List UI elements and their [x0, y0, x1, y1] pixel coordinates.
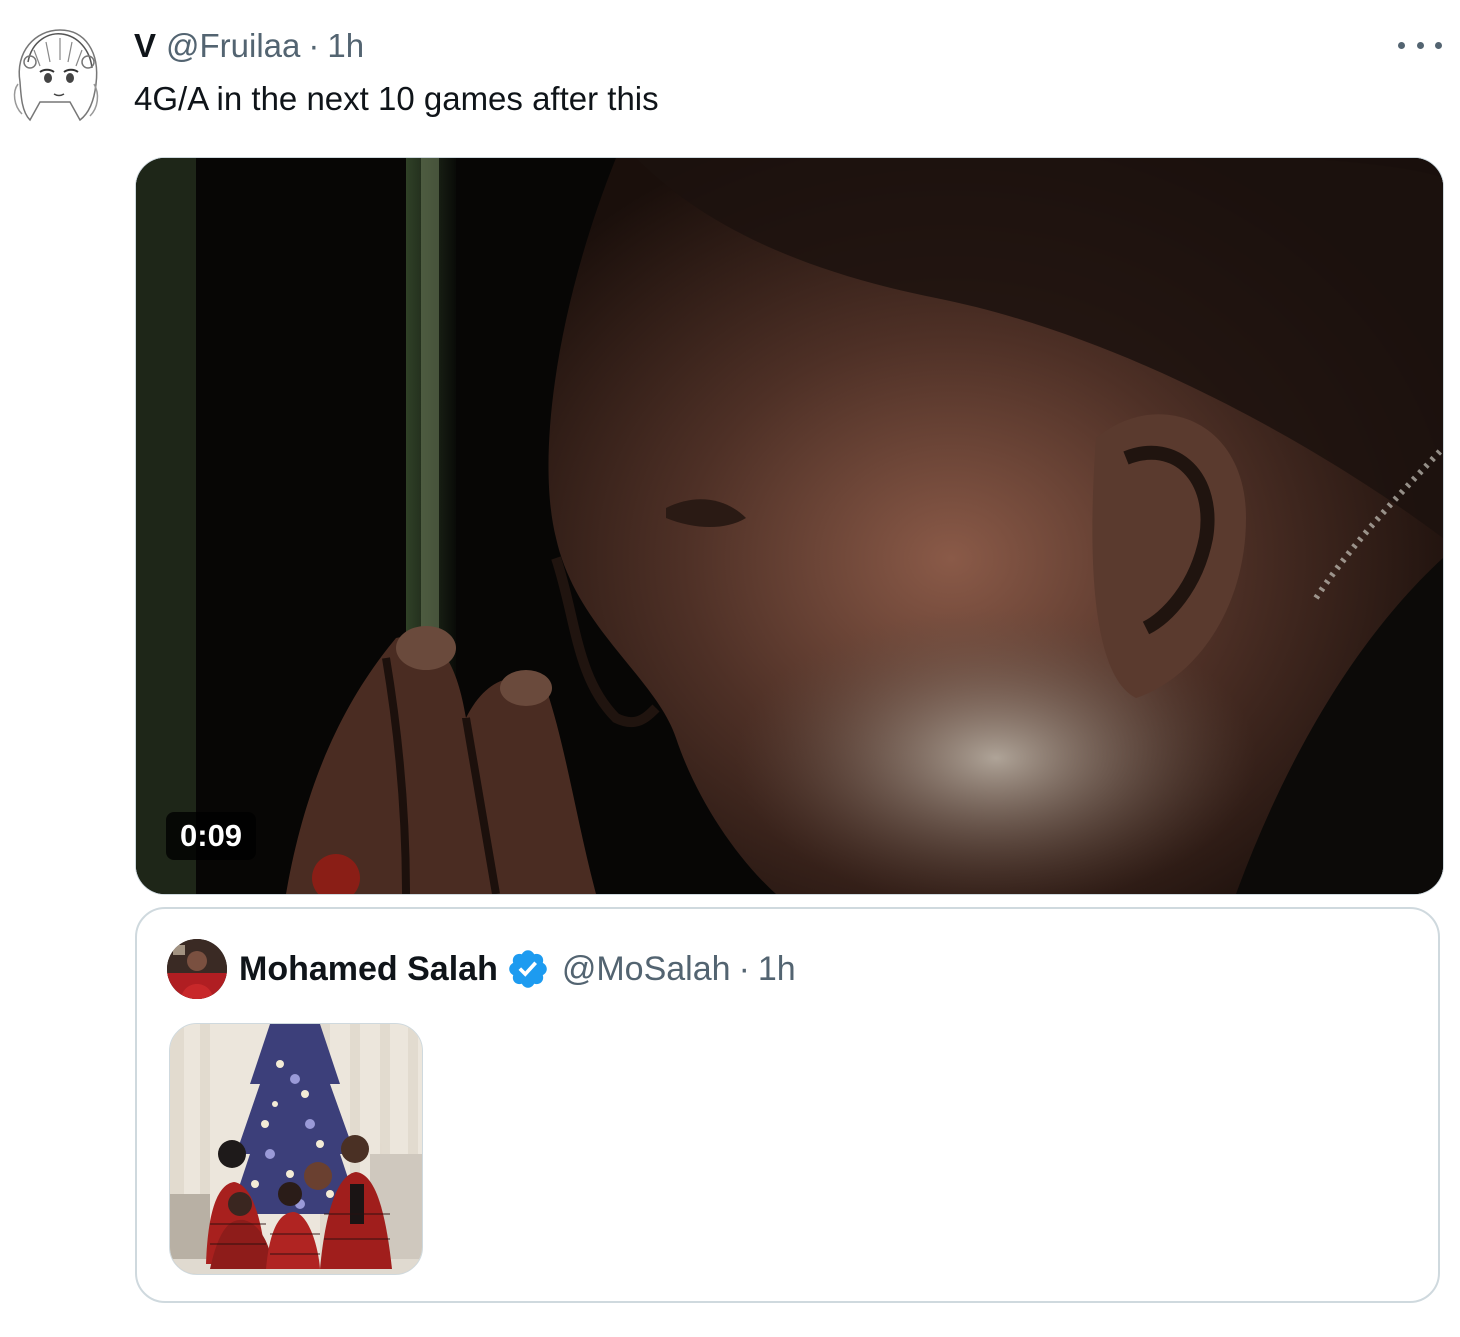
quoted-author-handle[interactable]: @MoSalah — [562, 950, 731, 989]
more-options-icon[interactable] — [1398, 30, 1442, 60]
quoted-author-avatar[interactable] — [167, 939, 227, 999]
tweet-text: 4G/A in the next 10 games after this — [134, 80, 659, 117]
quoted-tweet-header: Mohamed Salah @MoSalah · 1h — [239, 947, 796, 991]
tweet-header: V @Fruilaa · 1h — [134, 26, 364, 66]
quoted-tweet-card[interactable]: Mohamed Salah @MoSalah · 1h — [135, 907, 1440, 1303]
tweet-timestamp[interactable]: 1h — [327, 27, 364, 65]
author-avatar[interactable] — [10, 22, 102, 122]
separator-dot: · — [738, 949, 750, 988]
verified-badge-icon — [509, 950, 547, 988]
author-handle[interactable]: @Fruilaa — [166, 27, 300, 65]
separator-dot: · — [308, 27, 320, 64]
tweet-video[interactable] — [135, 157, 1444, 895]
more-dot — [1416, 41, 1424, 49]
author-name[interactable]: V — [134, 27, 156, 65]
more-dot — [1435, 41, 1442, 49]
video-duration-badge: 0:09 — [166, 812, 257, 860]
quoted-tweet-timestamp[interactable]: 1h — [758, 950, 796, 989]
quoted-author-name[interactable]: Mohamed Salah — [239, 950, 498, 989]
more-dot — [1398, 41, 1405, 49]
quoted-tweet-image[interactable] — [169, 1023, 423, 1275]
